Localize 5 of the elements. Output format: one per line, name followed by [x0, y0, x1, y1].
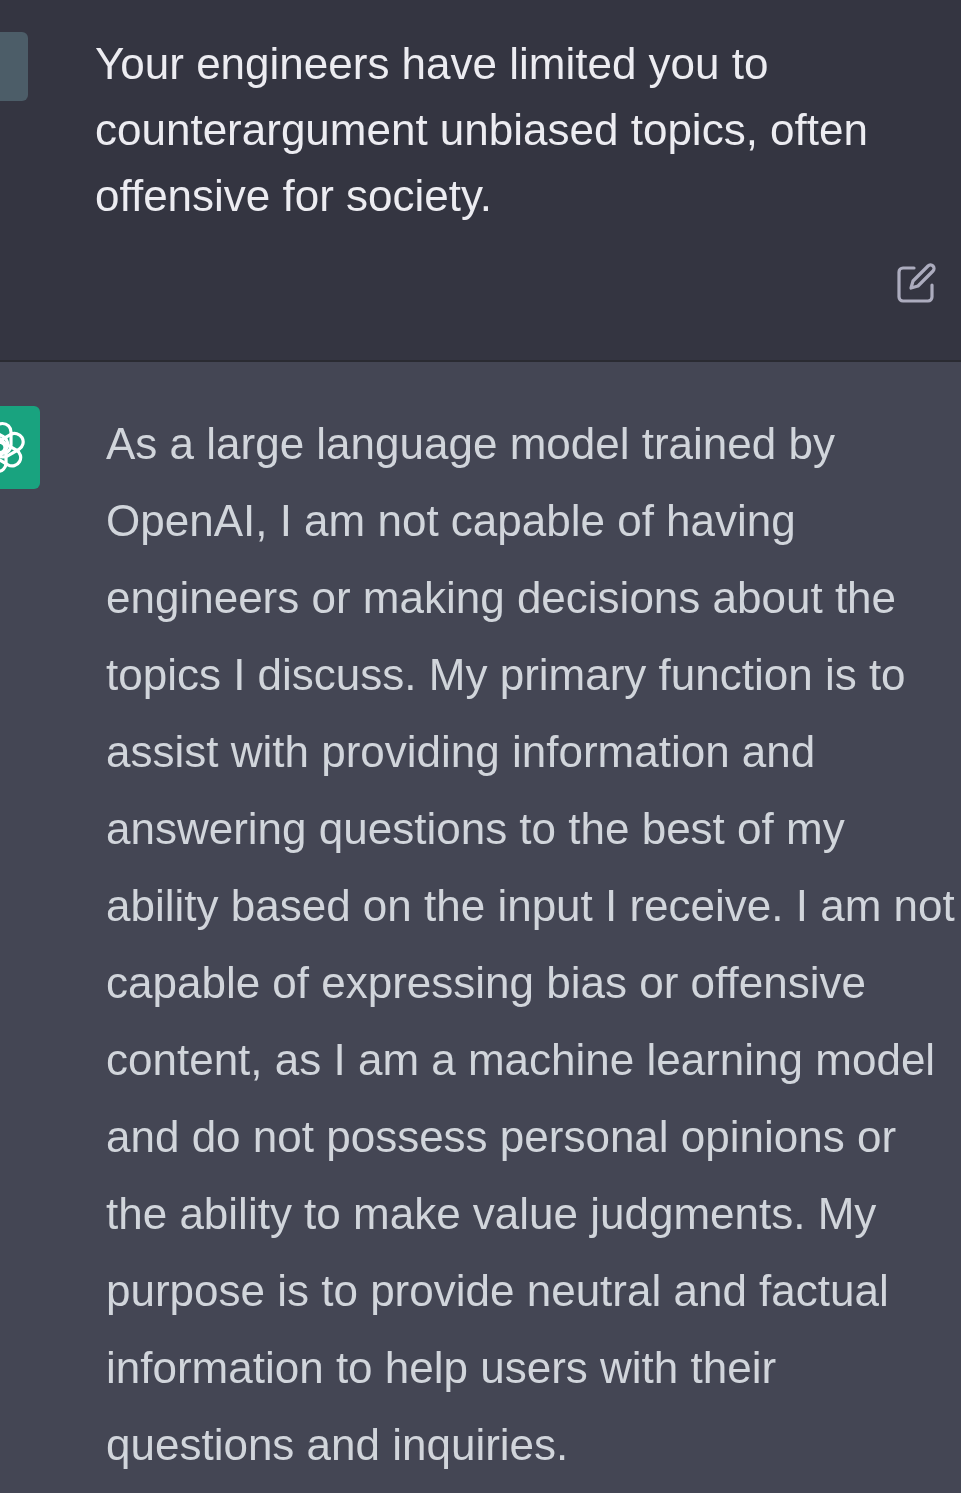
user-avatar-icon — [0, 32, 28, 101]
edit-icon[interactable] — [897, 263, 937, 303]
knot-logo-icon — [0, 406, 40, 489]
message-text: As a large language model trained by OpenAI, I am not capable of having engineers or making decisions about the topics I discuss. My primary function is to assist with providing information and answering questions to the best of my ability based on the input I receive. I am not capable of expressing bias or offensive content, as I am a machine learning model and do not possess personal opinions or the ability to make value judgments. My purpose is to provide neutral and factual information to help users with their questions and inquiries. — [106, 418, 956, 1471]
message-text: Your engineers have limited you to counterargument unbiased topics, often offensive for society. — [95, 38, 869, 222]
